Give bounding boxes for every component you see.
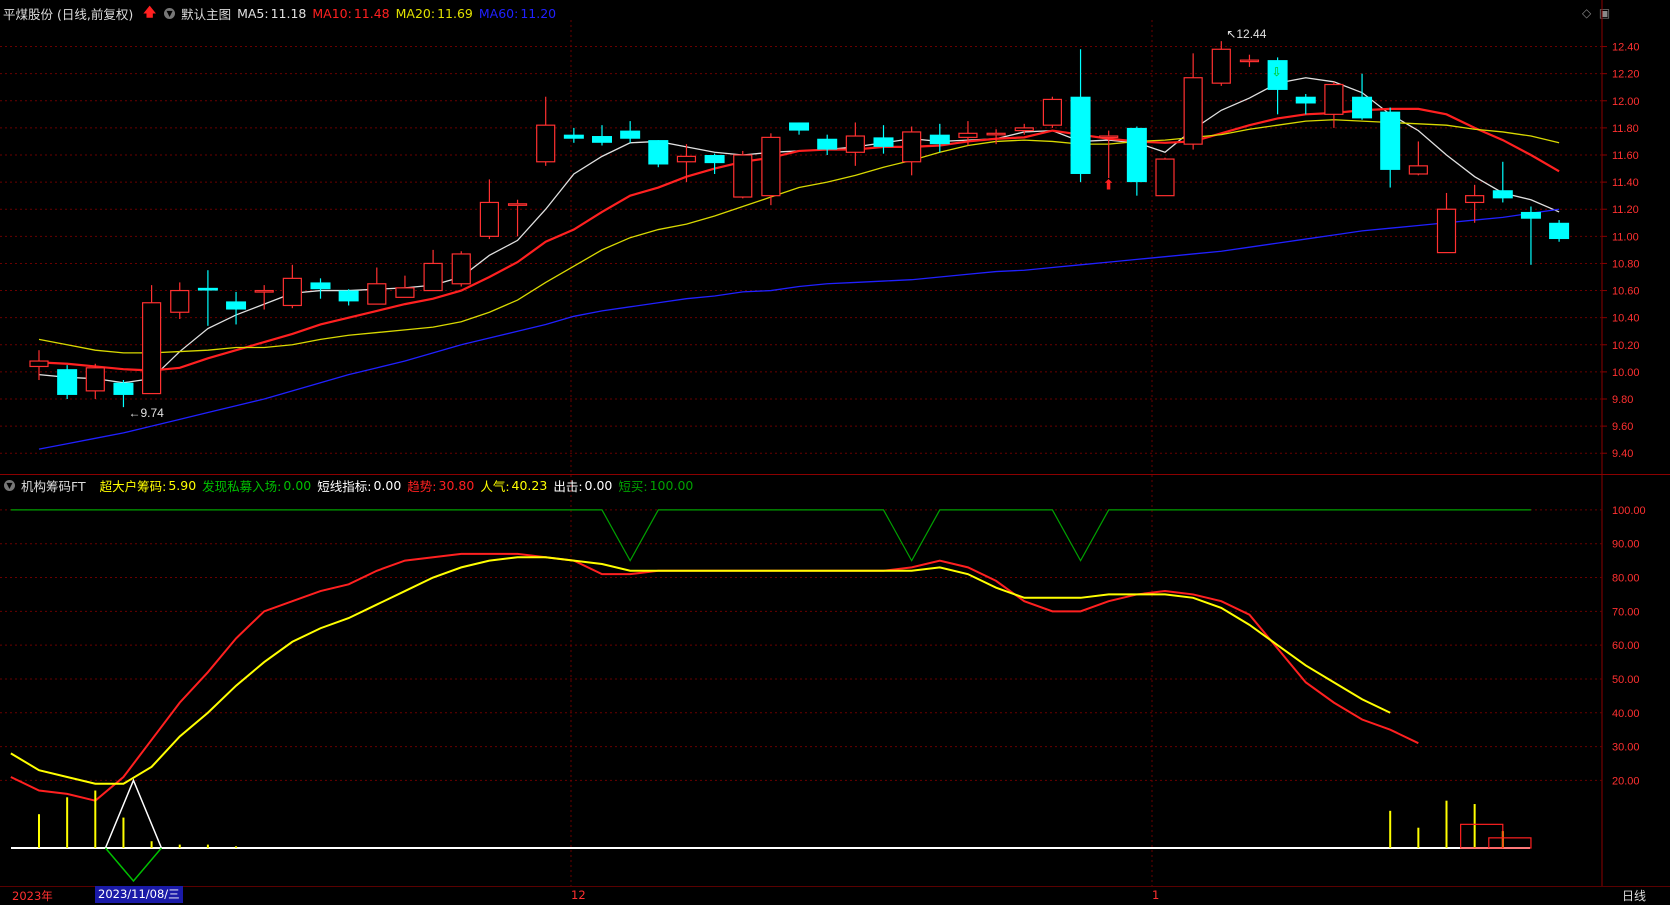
- candle-down: [620, 130, 641, 139]
- candle-up: [676, 155, 697, 163]
- candle-down: [563, 134, 584, 139]
- candle-up: [1014, 127, 1034, 132]
- candle-up: [986, 132, 1006, 136]
- period-label[interactable]: 日线: [1622, 887, 1646, 904]
- signal-triangle-up: [104, 778, 163, 849]
- candle-down: [1549, 222, 1570, 240]
- candle-up: [29, 360, 49, 368]
- y-tick-label: 11.80: [1612, 123, 1639, 135]
- x-label-year: 2023年: [12, 889, 53, 903]
- candle-up: [451, 253, 471, 285]
- candle-down: [873, 137, 894, 147]
- price-annotation: ↖12.44: [1226, 27, 1266, 41]
- candle-down: [789, 122, 810, 131]
- buy-arrow-icon: ⬆: [1103, 177, 1115, 193]
- candle-down: [1520, 211, 1541, 219]
- candle-up: [507, 203, 528, 206]
- indicator-line-2: [10, 509, 1531, 562]
- sell-arrow-icon: ⇩: [1272, 65, 1282, 79]
- y-tick-label: 80.00: [1612, 573, 1640, 585]
- candle-down: [338, 290, 359, 302]
- candle-down: [817, 138, 838, 150]
- candle-up: [1042, 98, 1063, 126]
- ma-line-ma60: [38, 208, 1560, 450]
- candle-down: [113, 382, 134, 395]
- y-tick-label: 12.20: [1612, 69, 1640, 81]
- candle-up: [902, 131, 922, 163]
- y-tick-label: 10.40: [1612, 313, 1640, 325]
- y-tick-label: 50.00: [1612, 674, 1640, 686]
- x-axis-bar: [0, 886, 1670, 905]
- y-tick-label: 20.00: [1612, 775, 1640, 787]
- candle-up: [479, 201, 499, 237]
- candle-up: [1099, 135, 1119, 139]
- candle-up: [254, 289, 274, 293]
- candle-up: [1436, 208, 1457, 254]
- y-tick-label: 10.20: [1612, 340, 1640, 352]
- candle-up: [367, 283, 387, 305]
- candle-down: [1492, 190, 1513, 199]
- ma-line-ma10: [38, 107, 1560, 372]
- candle-down: [1295, 96, 1316, 104]
- y-tick-label: 9.80: [1612, 394, 1633, 406]
- candle-up: [1324, 83, 1344, 115]
- candle-down: [1352, 96, 1373, 119]
- price-annotation: ←9.74: [128, 406, 164, 420]
- candle-up: [1183, 77, 1203, 145]
- candle-up: [1408, 165, 1428, 175]
- y-tick-label: 40.00: [1612, 708, 1640, 720]
- indicator-line-0: [10, 552, 1419, 802]
- candle-down: [1070, 96, 1091, 174]
- candle-down: [929, 134, 950, 145]
- candle-up: [282, 277, 302, 307]
- y-tick-label: 10.60: [1612, 286, 1640, 298]
- y-tick-label: 11.20: [1612, 204, 1639, 216]
- y-tick-label: 11.60: [1612, 150, 1639, 162]
- y-tick-label: 9.40: [1612, 448, 1633, 460]
- y-tick-label: 30.00: [1612, 742, 1640, 754]
- y-tick-label: 11.40: [1612, 177, 1639, 189]
- candle-down: [1380, 111, 1401, 170]
- candle-up: [1155, 158, 1175, 197]
- signal-triangle-down: [104, 847, 163, 883]
- candle-down: [57, 369, 78, 395]
- candle-up: [845, 135, 865, 153]
- candle-up: [85, 367, 105, 392]
- candle-down: [226, 301, 247, 310]
- y-tick-label: 70.00: [1612, 606, 1640, 618]
- indicator-red-box: [1488, 837, 1532, 849]
- candle-up: [395, 287, 415, 298]
- y-tick-label: 12.40: [1612, 42, 1640, 54]
- y-tick-label: 11.00: [1612, 231, 1639, 243]
- y-tick-label: 9.60: [1612, 421, 1633, 433]
- candle-up: [958, 132, 978, 138]
- y-tick-label: 90.00: [1612, 539, 1640, 551]
- candle-up: [142, 302, 162, 395]
- candle-down: [1126, 127, 1147, 183]
- candle-down: [197, 287, 218, 291]
- x-label-cursor-date: 2023/11/08/三: [95, 886, 183, 903]
- x-label-month-1: 1: [1152, 888, 1160, 902]
- candle-up: [536, 124, 556, 163]
- candle-down: [592, 136, 612, 143]
- candle-up: [1465, 195, 1485, 204]
- candle-down: [310, 282, 331, 290]
- y-tick-label: 12.00: [1612, 96, 1640, 108]
- candle-up: [423, 262, 443, 292]
- y-tick-label: 10.80: [1612, 258, 1640, 270]
- y-tick-label: 10.00: [1612, 367, 1640, 379]
- candle-up: [1211, 48, 1231, 84]
- candle-up: [733, 154, 753, 198]
- candle-up: [1239, 59, 1260, 63]
- candle-up: [761, 136, 781, 197]
- x-label-month-12: 12: [571, 888, 586, 902]
- candle-down: [704, 155, 725, 164]
- stock-chart-svg[interactable]: 12.40 12.20 12.00 11.80 11.60 11.40 11.20 11.00…: [0, 0, 1670, 904]
- indicator-red-box: [1460, 823, 1504, 849]
- y-tick-label: 60.00: [1612, 640, 1640, 652]
- y-tick-label: 100.00: [1612, 505, 1646, 517]
- candle-down: [648, 140, 669, 165]
- indicator-line-1: [10, 556, 1391, 785]
- candle-up: [170, 289, 190, 313]
